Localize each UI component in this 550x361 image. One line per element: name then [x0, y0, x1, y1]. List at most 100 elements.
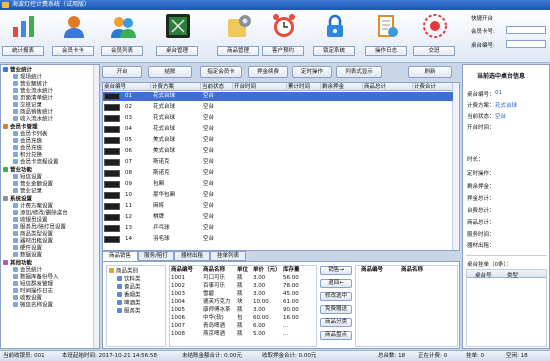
goods-cell-name[interactable]: 中华(软)	[203, 315, 224, 322]
goods-cell-stock[interactable]: 16.00	[283, 315, 299, 322]
table-row[interactable]: 14 羽毛球 空台	[103, 235, 453, 244]
goods-cell-name[interactable]: 雪碧	[203, 291, 214, 298]
action-3-button[interactable]: 指定会员卡	[200, 66, 242, 78]
category-item[interactable]: 香烟类	[117, 292, 141, 299]
goods-cell-name[interactable]: 德芙巧克力	[203, 299, 231, 306]
table-row[interactable]: 04 花式台球 空台	[103, 125, 453, 134]
action-1-button[interactable]: 开台	[102, 66, 142, 78]
table-row[interactable]: 05 美式台球 空台	[103, 136, 453, 145]
goods-cell-price[interactable]: 3.00	[253, 283, 265, 290]
goods-button-6[interactable]: 商品盘点	[320, 331, 352, 340]
goods-cell-unit[interactable]: 瓶	[237, 307, 243, 314]
goods-cell-unit[interactable]: 瓶	[237, 275, 243, 282]
table-row[interactable]: 12 棋牌 空台	[103, 213, 453, 222]
toolbar-button-7[interactable]: 锁定系统	[313, 12, 355, 62]
category-item[interactable]: 服务类	[117, 308, 141, 315]
goods-cell-stock[interactable]: 56.00	[283, 275, 299, 282]
tab-3[interactable]: 器材出租	[174, 251, 210, 261]
goods-col-header[interactable]: 商品编号	[171, 267, 193, 274]
toolbar-button-2[interactable]: 会员卡卡	[52, 12, 94, 62]
goods-cell-name[interactable]: 青岛啤酒	[203, 323, 225, 330]
table-row[interactable]: 11 麻将 空台	[103, 202, 453, 211]
sidebar-item[interactable]: 页面清单统计	[13, 95, 53, 102]
sidebar-item[interactable]: 收银员设置	[13, 217, 48, 224]
goods-cell-price[interactable]: 3.00	[253, 291, 265, 298]
sidebar-item[interactable]: 微信名称设置	[13, 302, 53, 309]
grid-col-header[interactable]: 开台时间	[233, 83, 287, 91]
tab-2[interactable]: 服务/陪打	[138, 251, 174, 261]
toolbar-button-9[interactable]: 交班	[413, 12, 455, 62]
sidebar-item[interactable]: 时间操作日志	[13, 288, 53, 295]
grid-col-header[interactable]: 计费合计	[413, 83, 453, 91]
table-row[interactable]: 08 斯诺克 空台	[103, 169, 453, 178]
sidebar-item[interactable]: 收款设置	[13, 295, 42, 302]
table-row[interactable]: 10 豪华包厢 空台	[103, 191, 453, 200]
sidebar-item[interactable]: 商品类型设置	[13, 231, 53, 238]
goods-button-1[interactable]: 销售→	[320, 266, 352, 275]
goods-cell-unit[interactable]: 包	[237, 315, 243, 322]
goods-col-header[interactable]: 库存量	[283, 267, 300, 274]
action-6-button[interactable]: 列表式显示	[336, 66, 382, 78]
action-7-button[interactable]: 刷新	[408, 66, 452, 78]
grid-scrollbar[interactable]	[452, 83, 459, 250]
toolbar-button-4[interactable]: 桌台管理	[156, 12, 198, 62]
category-root[interactable]: 商品类别	[109, 268, 138, 275]
goods-cell-code[interactable]: 1002	[171, 283, 185, 290]
sidebar-item[interactable]: 交班记录	[13, 102, 42, 109]
goods-button-5[interactable]: 商品分类	[320, 318, 352, 327]
goods-cell-code[interactable]: 1008	[171, 331, 185, 338]
goods-cell-unit[interactable]: 瓶	[237, 291, 243, 298]
tab-1[interactable]: 商品销售	[102, 251, 138, 261]
goods-cell-unit[interactable]: 块	[237, 299, 243, 306]
goods-cell-name[interactable]: 百事可乐	[203, 283, 225, 290]
toolbar-button-8[interactable]: 操作日志	[365, 12, 407, 62]
sidebar-item[interactable]: 数据库备份导入	[13, 274, 59, 281]
toolbar-button-5[interactable]: 商品管理	[217, 12, 259, 62]
goods-cell-price[interactable]: 10.00	[253, 299, 269, 306]
grid-col-header[interactable]: 剩余押金	[321, 83, 363, 91]
goods-col-header[interactable]: 商品名称	[203, 267, 225, 274]
goods-button-4[interactable]: 免费赠送	[320, 305, 352, 314]
goods-cell-name[interactable]: 燕京啤酒	[203, 331, 225, 338]
sidebar-group[interactable]: 其他功能	[3, 260, 32, 267]
table-row[interactable]: 07 斯诺克 空台	[103, 158, 453, 167]
goods-cell-price[interactable]: 5.00	[253, 331, 265, 338]
toolbar-button-3[interactable]: 会员列表	[101, 12, 143, 62]
sidebar-item[interactable]: 器材出租设置	[13, 238, 53, 245]
sidebar-item[interactable]: 短信群发管理	[13, 281, 53, 288]
action-4-button[interactable]: 押金续费	[248, 66, 288, 78]
sidebar-item[interactable]: 计费方案设置	[13, 203, 53, 210]
goods-button-3[interactable]: 修改选中	[320, 292, 352, 301]
category-item[interactable]: 啤酒类	[117, 300, 141, 307]
goods-cell-code[interactable]: 1004	[171, 299, 185, 306]
goods-cell-code[interactable]: 1001	[171, 275, 185, 282]
sidebar-scrollbar[interactable]	[93, 65, 99, 348]
toolbar-button-1[interactable]: 统计报表	[2, 12, 44, 62]
goods-cell-price[interactable]: 3.00	[253, 307, 265, 314]
goods-cell-unit[interactable]: 瓶	[237, 323, 243, 330]
table-row[interactable]: 03 花式台球 空台	[103, 114, 453, 123]
goods-cell-code[interactable]: 1003	[171, 291, 185, 298]
sidebar-item[interactable]: 商品销售统计	[13, 109, 53, 116]
sidebar-item[interactable]: 短信设置	[13, 174, 42, 181]
sold-col-header[interactable]: 商品编号	[361, 267, 383, 274]
table-row[interactable]: 06 美式台球 空台	[103, 147, 453, 156]
goods-cell-stock[interactable]: 90.00	[283, 307, 299, 314]
goods-cell-code[interactable]: 1005	[171, 307, 185, 314]
goods-col-header[interactable]: 单价（元）	[253, 267, 281, 274]
tab-4[interactable]: 挂单列表	[210, 251, 246, 261]
sidebar-group[interactable]: 会员卡管理	[3, 124, 38, 131]
table-number-input[interactable]	[506, 40, 546, 48]
table-row[interactable]: 09 包厢 空台	[103, 180, 453, 189]
category-item[interactable]: 食品类	[117, 284, 141, 291]
goods-cell-code[interactable]: 1006	[171, 315, 185, 322]
goods-cell-stock[interactable]: 78.00	[283, 283, 299, 290]
sidebar-item[interactable]: 会员卡列表	[13, 131, 48, 138]
goods-cell-name[interactable]: 康师傅冰茶	[203, 307, 231, 314]
grid-col-header[interactable]: 商品总计	[363, 83, 413, 91]
sidebar-item[interactable]: 收入流水统计	[13, 116, 53, 123]
goods-col-header[interactable]: 单位	[237, 267, 248, 274]
sidebar-item[interactable]: 积分兑换	[13, 152, 42, 159]
goods-cell-price[interactable]: 3.00	[253, 275, 265, 282]
sidebar-item[interactable]: 服务员/陪打员设置	[13, 224, 66, 231]
